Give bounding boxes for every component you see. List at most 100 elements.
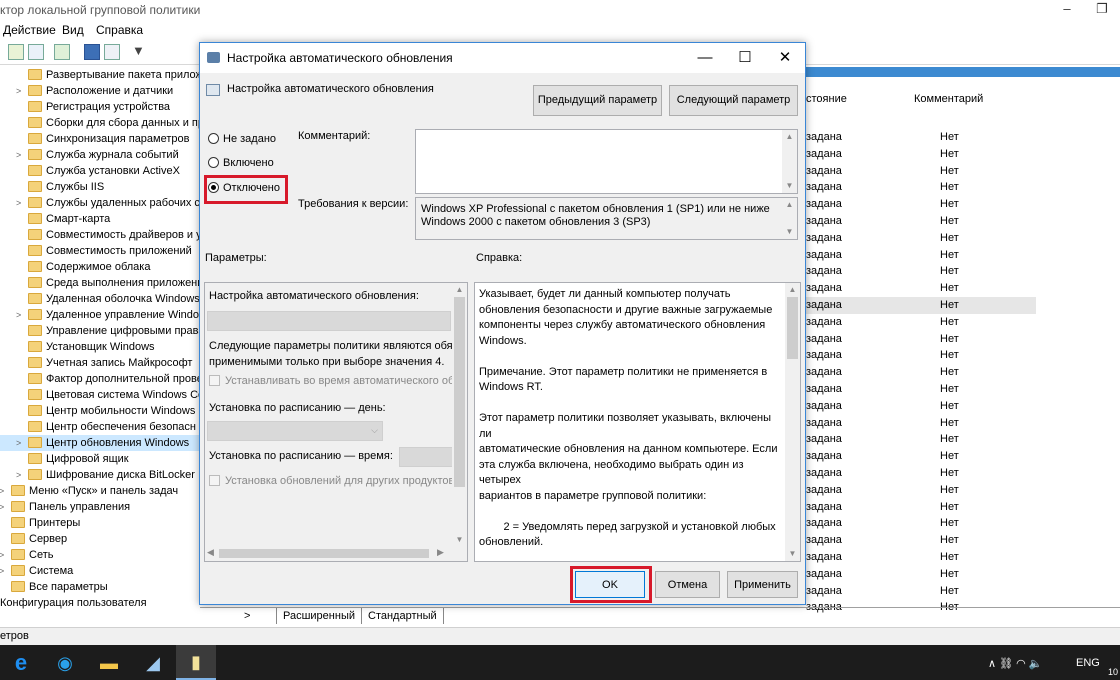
table-row[interactable]: задана Нет bbox=[806, 146, 1120, 163]
tree-item[interactable]: > Служба журнала событий bbox=[0, 147, 200, 163]
tree-item[interactable]: Сервер bbox=[0, 531, 200, 547]
table-row[interactable]: задана Нет bbox=[806, 583, 1120, 600]
tab-extended[interactable]: Расширенный bbox=[276, 608, 362, 624]
tree-item[interactable]: Удаленная оболочка Windows bbox=[0, 291, 200, 307]
scroll-left-icon[interactable]: ◀ bbox=[207, 547, 214, 558]
previous-setting-button[interactable]: Предыдущий параметр bbox=[533, 85, 662, 116]
expand-arrow-icon[interactable]: > bbox=[16, 83, 26, 99]
menu-help[interactable]: Справка bbox=[96, 23, 143, 37]
table-row[interactable]: задана Нет bbox=[806, 482, 1120, 499]
comment-input[interactable]: ▲ ▼ bbox=[415, 129, 798, 194]
requirements-scrollbar[interactable]: ▲ ▼ bbox=[782, 198, 797, 239]
expand-arrow-icon[interactable]: > bbox=[0, 483, 9, 499]
table-row[interactable]: задана Нет bbox=[806, 331, 1120, 348]
setting-dropdown[interactable] bbox=[207, 311, 451, 331]
tree-item[interactable]: Все параметры bbox=[0, 579, 200, 595]
tree-item[interactable]: Службы IIS bbox=[0, 179, 200, 195]
tree-item[interactable]: Учетная запись Майкрософт bbox=[0, 355, 200, 371]
edge-icon[interactable]: e bbox=[4, 650, 38, 676]
help-scrollbar[interactable]: ▲ ▼ bbox=[785, 283, 800, 561]
table-row[interactable]: задана Нет bbox=[806, 247, 1120, 264]
tree-item[interactable]: Фактор дополнительной прове bbox=[0, 371, 200, 387]
tree-item[interactable]: Совместимость приложений bbox=[0, 243, 200, 259]
other-products-checkbox[interactable]: Установка обновлений для других продукто… bbox=[209, 475, 467, 487]
cancel-button[interactable]: Отмена bbox=[655, 571, 720, 598]
checkbox[interactable] bbox=[209, 375, 220, 386]
tree-item-user-config[interactable]: Конфигурация пользователя bbox=[0, 595, 147, 610]
tree-item[interactable]: Цветовая система Windows Col bbox=[0, 387, 200, 403]
table-row[interactable]: задана Нет bbox=[806, 213, 1120, 230]
table-row[interactable]: задана Нет bbox=[806, 129, 1120, 146]
params-hscrollbar[interactable]: ◀ ▶ bbox=[205, 546, 467, 561]
radio-button[interactable] bbox=[208, 133, 219, 144]
apply-button[interactable]: Применить bbox=[727, 571, 798, 598]
tree-item[interactable]: > Панель управления bbox=[0, 499, 200, 515]
up-folder-icon[interactable] bbox=[8, 44, 24, 60]
table-row[interactable]: задана Нет bbox=[806, 515, 1120, 532]
browser-icon[interactable]: ◉ bbox=[48, 650, 82, 676]
tree-item[interactable]: Установщик Windows bbox=[0, 339, 200, 355]
help-icon[interactable] bbox=[84, 44, 100, 60]
filter-icon[interactable]: ▼ bbox=[132, 44, 148, 60]
tree-item[interactable]: Совместимость драйверов и ус bbox=[0, 227, 200, 243]
tree-item[interactable]: > Удаленное управление Window bbox=[0, 307, 200, 323]
tree-item[interactable]: Центр обеспечения безопасн bbox=[0, 419, 200, 435]
next-setting-button[interactable]: Следующий параметр bbox=[669, 85, 798, 116]
tab-standard[interactable]: Стандартный bbox=[362, 608, 444, 624]
tree-item[interactable]: Центр мобильности Windows bbox=[0, 403, 200, 419]
table-row[interactable]: задана Нет bbox=[806, 163, 1120, 180]
table-row[interactable]: задана Нет bbox=[806, 448, 1120, 465]
table-row[interactable]: задана Нет bbox=[806, 398, 1120, 415]
radio-enabled[interactable]: Включено bbox=[208, 157, 274, 169]
checkbox[interactable] bbox=[209, 475, 220, 486]
tree-item[interactable]: > Меню «Пуск» и панель задач bbox=[0, 483, 200, 499]
column-state[interactable]: стояние bbox=[806, 93, 847, 105]
scroll-down-icon[interactable]: ▼ bbox=[452, 533, 467, 547]
scroll-down-icon[interactable]: ▼ bbox=[782, 225, 797, 239]
expand-arrow-icon[interactable]: > bbox=[0, 563, 9, 579]
radio-button[interactable] bbox=[208, 157, 219, 168]
scroll-right-icon[interactable]: ▶ bbox=[437, 547, 444, 558]
table-row[interactable]: задана Нет bbox=[806, 263, 1120, 280]
expand-arrow-icon[interactable]: > bbox=[16, 467, 26, 483]
scroll-up-icon[interactable]: ▲ bbox=[785, 283, 800, 297]
dialog-maximize-button[interactable]: ☐ bbox=[725, 43, 765, 73]
table-row[interactable]: задана Нет bbox=[806, 280, 1120, 297]
expand-arrow-icon[interactable]: > bbox=[0, 499, 9, 515]
tree-item[interactable]: Служба установки ActiveX bbox=[0, 163, 200, 179]
install-during-maintenance-checkbox[interactable]: Устанавливать во время автоматического о… bbox=[209, 375, 466, 387]
tree-item[interactable]: > Шифрование диска BitLocker bbox=[0, 467, 200, 483]
scroll-up-icon[interactable]: ▲ bbox=[782, 198, 797, 212]
tree-item[interactable]: Цифровой ящик bbox=[0, 451, 200, 467]
tree-item[interactable]: Смарт-карта bbox=[0, 211, 200, 227]
explorer-icon[interactable]: ▬ bbox=[92, 650, 126, 676]
tree-item[interactable]: Среда выполнения приложени bbox=[0, 275, 200, 291]
show-tree-icon[interactable] bbox=[28, 44, 44, 60]
schedule-day-select[interactable]: ⌵ bbox=[207, 421, 383, 441]
table-row[interactable]: задана Нет bbox=[806, 347, 1120, 364]
comment-scrollbar[interactable]: ▲ ▼ bbox=[782, 130, 797, 193]
scroll-up-icon[interactable]: ▲ bbox=[782, 130, 797, 144]
table-row[interactable]: задана Нет bbox=[806, 179, 1120, 196]
minimize-button[interactable]: – bbox=[1053, 0, 1081, 20]
radio-not-configured[interactable]: Не задано bbox=[208, 133, 276, 145]
menu-view[interactable]: Вид bbox=[62, 23, 84, 37]
tree-item[interactable]: > Сеть bbox=[0, 547, 200, 563]
expand-arrow-icon[interactable]: > bbox=[16, 307, 26, 323]
tree-item[interactable]: > Службы удаленных рабочих ст bbox=[0, 195, 200, 211]
table-row[interactable]: задана Нет bbox=[806, 532, 1120, 549]
app-icon[interactable]: ◢ bbox=[136, 650, 170, 676]
table-row[interactable]: задана Нет bbox=[806, 364, 1120, 381]
table-row[interactable]: задана Нет bbox=[806, 465, 1120, 482]
tree-item[interactable]: Регистрация устройства bbox=[0, 99, 200, 115]
export-list-icon[interactable] bbox=[54, 44, 70, 60]
scroll-right-arrow[interactable]: > bbox=[244, 610, 250, 622]
tree-item[interactable]: Содержимое облака bbox=[0, 259, 200, 275]
schedule-time-select[interactable] bbox=[399, 447, 453, 467]
dialog-minimize-button[interactable]: — bbox=[685, 43, 725, 73]
table-row[interactable]: задана Нет bbox=[806, 431, 1120, 448]
tree-item[interactable]: Развертывание пакета приложе bbox=[0, 67, 200, 83]
gpedit-task-icon[interactable]: ▮ bbox=[176, 645, 216, 680]
table-row[interactable]: задана Нет bbox=[806, 297, 1036, 314]
tree-item[interactable]: > Центр обновления Windows bbox=[0, 435, 200, 451]
